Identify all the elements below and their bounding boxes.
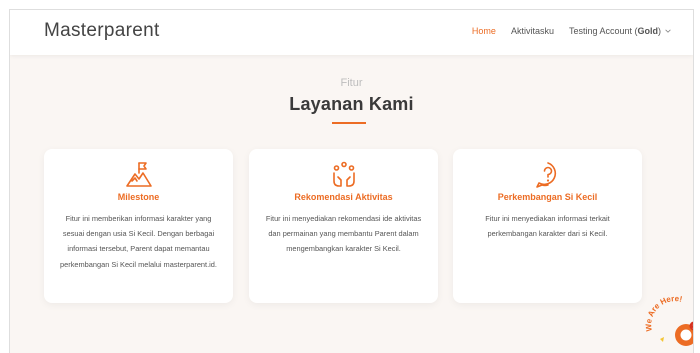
card-title: Milestone <box>117 192 160 202</box>
section-eyebrow: Fitur <box>340 77 363 89</box>
brand-logo[interactable]: Masterparent <box>44 20 160 42</box>
page-frame: Masterparent Home Aktivitasku Testing Ac… <box>9 9 694 353</box>
mountain-flag-icon <box>125 162 152 187</box>
nav-link-home[interactable]: Home <box>472 26 496 36</box>
nav-links: Home Aktivitasku Testing Account (Gold) <box>457 26 671 36</box>
chat-widget[interactable]: We Are Here! 1 <box>642 291 694 351</box>
top-navbar: Masterparent Home Aktivitasku Testing Ac… <box>10 10 693 55</box>
card-description: Fitur ini menyediakan rekomendasi ide ak… <box>265 214 422 254</box>
question-bubble-icon <box>535 162 556 188</box>
feature-card-rekomendasi: Rekomendasi Aktivitas Fitur ini menyedia… <box>249 149 438 303</box>
card-title: Perkembangan Si Kecil <box>497 192 598 202</box>
account-tier: Gold <box>637 26 659 36</box>
chevron-down-icon <box>665 29 671 33</box>
account-menu[interactable]: Testing Account (Gold) <box>569 26 671 36</box>
feature-card-perkembangan: Perkembangan Si Kecil Fitur ini menyedia… <box>453 149 642 303</box>
group-hands-icon <box>332 161 355 187</box>
title-underline <box>332 122 366 124</box>
card-description: Fitur ini menyediakan informasi terkait … <box>485 214 610 239</box>
feature-card-milestone: Milestone Fitur ini memberikan informasi… <box>44 149 233 303</box>
chat-widget-label: We Are Here! <box>644 294 683 332</box>
account-suffix: ) <box>658 26 661 36</box>
card-title: Rekomendasi Aktivitas <box>294 192 393 202</box>
nav-link-aktivitasku[interactable]: Aktivitasku <box>511 26 554 36</box>
account-name: Testing Account ( <box>568 26 638 36</box>
card-description: Fitur ini memberikan informasi karakter … <box>60 214 217 269</box>
notification-badge: 1 <box>692 325 694 331</box>
chat-bubble-icon: We Are Here! 1 <box>644 294 694 346</box>
section-title: Layanan Kami <box>289 94 414 114</box>
